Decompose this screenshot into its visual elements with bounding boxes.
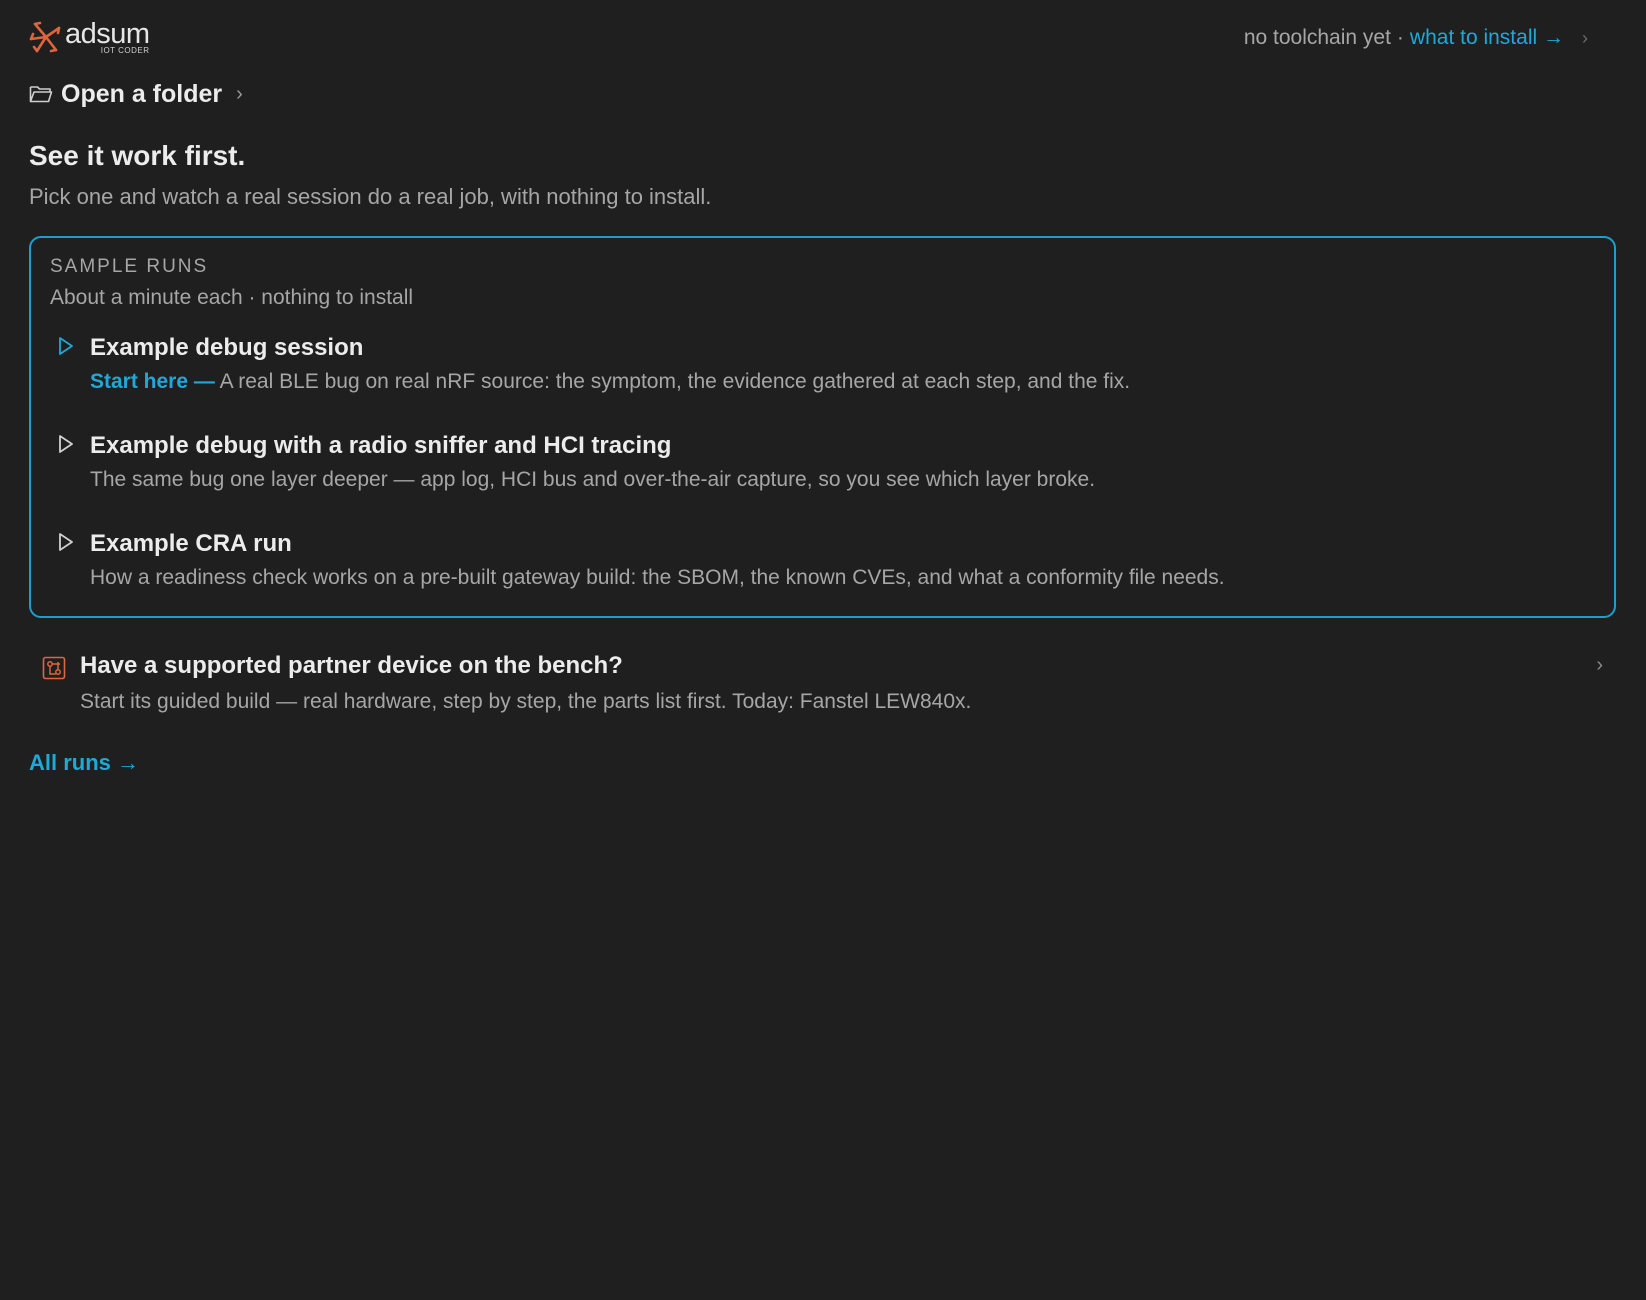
page-subtitle: Pick one and watch a real session do a r… (29, 184, 712, 209)
sample-runs-meta: About a minute each · nothing to install (50, 286, 414, 309)
partner-device-row[interactable]: Have a supported partner device on the b… (29, 652, 1617, 714)
chevron-right-icon[interactable]: › (1582, 28, 1588, 49)
play-icon (59, 533, 73, 551)
play-icon (59, 337, 73, 355)
partner-title: Have a supported partner device on the b… (80, 652, 623, 679)
brand-logo: adsum IOT CODER (29, 20, 150, 55)
sample-run-cra[interactable]: Example CRA run How a readiness check wo… (50, 530, 1596, 590)
sample-run-description: How a readiness check works on a pre-bui… (90, 566, 1225, 589)
open-folder-label: Open a folder (61, 79, 223, 108)
sample-run-radio-sniffer[interactable]: Example debug with a radio sniffer and H… (50, 432, 1596, 492)
open-folder-button[interactable]: Open a folder › (29, 70, 1617, 118)
sample-run-title: Example CRA run (90, 530, 292, 557)
sample-runs-kicker: SAMPLE RUNS (50, 256, 209, 277)
brand-name: adsum (65, 18, 150, 50)
sample-run-description: Start here — A real BLE bug on real nRF … (90, 370, 1596, 394)
top-bar: adsum IOT CODER no toolchain yet · what … (29, 0, 1617, 70)
adsum-logo-icon (29, 21, 61, 53)
sample-run-debug-session[interactable]: Example debug session Start here — A rea… (50, 334, 1596, 394)
folder-icon (29, 86, 53, 103)
what-to-install-link[interactable]: what to install → (1410, 26, 1564, 50)
sample-run-title: Example debug with a radio sniffer and H… (90, 432, 672, 459)
sample-run-description: The same bug one layer deeper — app log,… (90, 468, 1096, 491)
partner-description: Start its guided build — real hardware, … (80, 690, 972, 713)
status-separator: · (1396, 26, 1404, 49)
play-icon (59, 435, 73, 453)
page-title: See it work first. (29, 140, 246, 171)
toolchain-status-text: no toolchain yet (1243, 26, 1391, 49)
sample-run-title: Example debug session (90, 334, 364, 361)
start-here-label: Start here — (90, 370, 215, 393)
chevron-right-icon: › (236, 82, 243, 105)
toolchain-status: no toolchain yet · what to install → › (1244, 26, 1588, 50)
sample-run-description-text: A real BLE bug on real nRF source: the s… (219, 370, 1131, 393)
sample-runs-card: SAMPLE RUNS About a minute each · nothin… (29, 236, 1616, 618)
welcome-page: adsum IOT CODER no toolchain yet · what … (0, 0, 1646, 1300)
chevron-right-icon: › (1596, 654, 1603, 676)
circuit-board-icon (42, 656, 66, 680)
all-runs-link[interactable]: All runs → (29, 750, 139, 776)
